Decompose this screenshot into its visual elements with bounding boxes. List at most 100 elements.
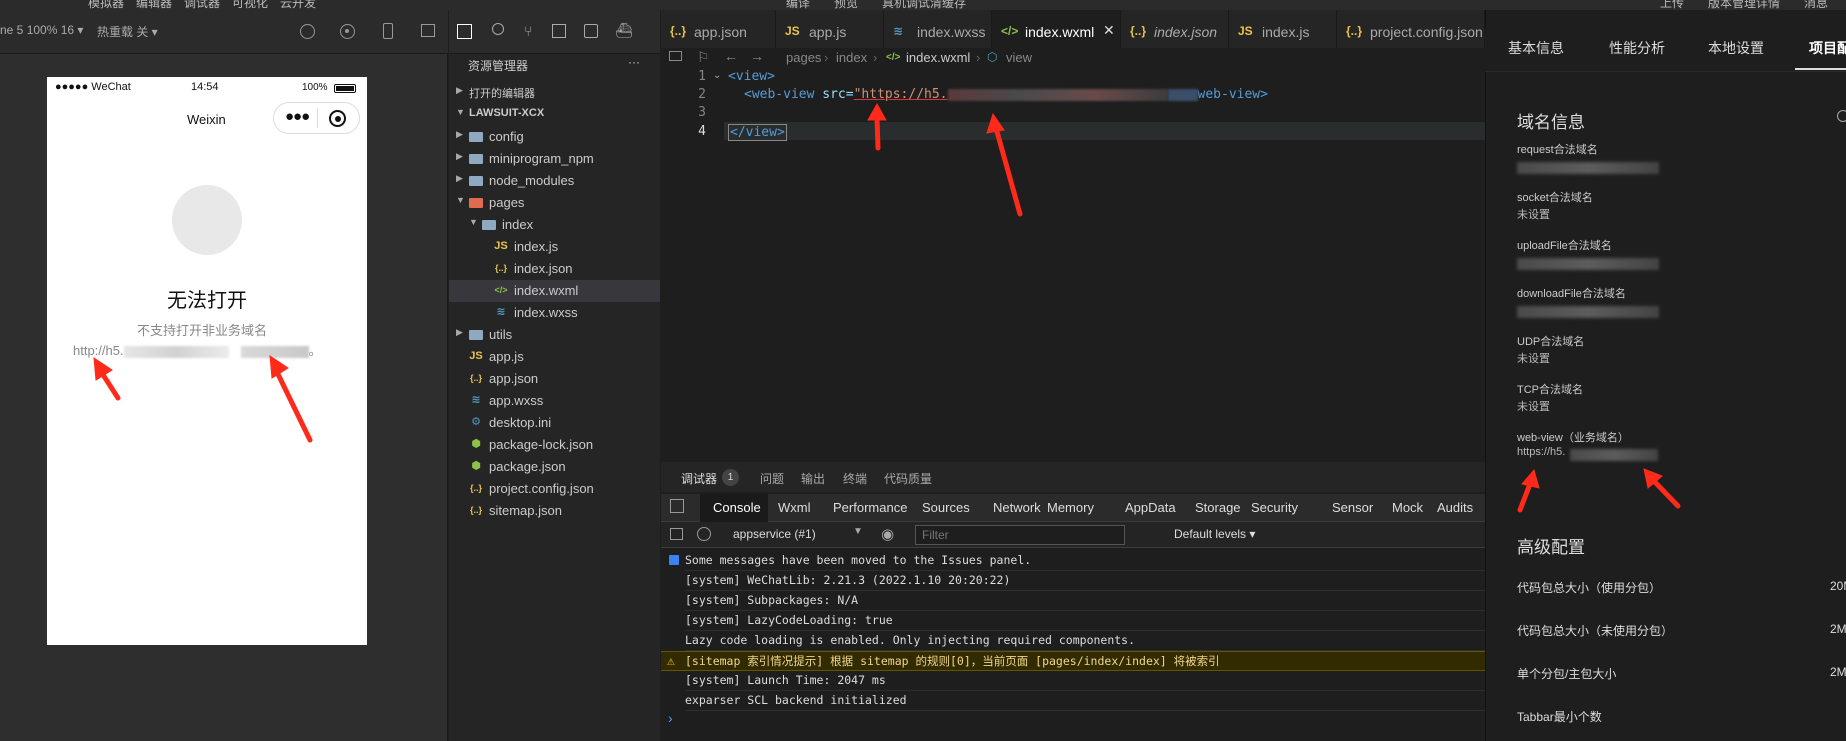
git-icon[interactable]: ⑂ — [524, 23, 532, 39]
devtools-tab-sensor[interactable]: Sensor — [1332, 500, 1373, 515]
devtools-tab-sources[interactable]: Sources — [922, 500, 970, 515]
stop-icon[interactable] — [340, 24, 355, 39]
menu-item[interactable]: 清缓存 — [930, 0, 966, 10]
tree-item-config[interactable]: ▶ config — [449, 126, 660, 148]
close-capsule-icon[interactable] — [329, 110, 346, 127]
breadcrumb-item[interactable]: index.wxml — [906, 50, 970, 65]
pkg-file-icon: ⬢ — [471, 460, 481, 472]
tree-item-node-modules[interactable]: ▶ node_modules — [449, 170, 660, 192]
breadcrumb-item[interactable]: view — [1006, 50, 1032, 65]
tree-item-miniprogram-npm[interactable]: ▶ miniprogram_npm — [449, 148, 660, 170]
search-icon[interactable] — [492, 23, 504, 35]
domain-section-title: 域名信息 — [1517, 113, 1585, 132]
breadcrumb-item[interactable]: pages — [786, 50, 821, 65]
tab-basic-info[interactable]: 基本信息 — [1508, 38, 1564, 58]
tree-item-desktop-ini[interactable]: ⚙ desktop.ini — [449, 412, 660, 434]
device-select[interactable]: ne 5 100% 16 ▾ — [0, 23, 83, 37]
menu-item[interactable]: 云开发 — [280, 0, 316, 10]
devtools-tab-audits[interactable]: Audits — [1437, 500, 1473, 515]
tab-problems[interactable]: 问题 — [760, 470, 784, 487]
tree-item-pages[interactable]: ▼ pages — [449, 192, 660, 214]
tab-local-settings[interactable]: 本地设置 — [1708, 38, 1764, 58]
error-title: 无法打开 — [167, 290, 247, 312]
devtools-tab-storage[interactable]: Storage — [1195, 500, 1241, 515]
devtools-tab-appdata[interactable]: AppData — [1125, 500, 1176, 515]
devtools-tab-performance[interactable]: Performance — [833, 500, 907, 515]
tree-item-package-json[interactable]: ⬢ package.json — [449, 456, 660, 478]
menu-item[interactable]: 版本管理 — [1708, 0, 1756, 10]
file-type-icon: ≋ — [893, 24, 904, 38]
menu-item[interactable]: 上传 — [1660, 0, 1684, 10]
context-select[interactable]: appservice (#1) — [733, 527, 816, 541]
bookmark-icon[interactable]: ⚐ — [697, 49, 710, 66]
menu-item[interactable]: 预览 — [834, 0, 858, 10]
fold-icon[interactable]: ⌄ — [713, 70, 721, 81]
tree-item-index-js[interactable]: JS index.js — [449, 236, 660, 258]
tree-item-app-js[interactable]: JS app.js — [449, 346, 660, 368]
more-dots-icon[interactable]: ●●● — [285, 108, 310, 125]
console-prompt[interactable]: › — [668, 710, 673, 726]
menu-item[interactable]: 可视化 — [232, 0, 268, 10]
folder-icon — [469, 154, 483, 164]
tab-debugger[interactable]: 调试器 — [681, 470, 717, 487]
extensions-icon[interactable] — [552, 24, 566, 38]
filter-input[interactable] — [915, 525, 1125, 545]
tree-item-index-wxss[interactable]: ≋ index.wxss — [449, 302, 660, 324]
dropdown-arrow-icon[interactable]: ▼ — [853, 526, 863, 537]
simulator-toolbar: ne 5 100% 16 ▾ 热重载 关 ▾ — [0, 10, 448, 54]
detach-icon[interactable] — [421, 24, 435, 37]
storage-icon[interactable] — [584, 24, 598, 38]
sidebar-toggle-icon[interactable] — [670, 528, 683, 540]
advanced-config-value: 2M — [1830, 622, 1846, 636]
devtools-tab-memory[interactable]: Memory — [1047, 500, 1094, 515]
tree-item-app-wxss[interactable]: ≋ app.wxss — [449, 390, 660, 412]
list-icon[interactable] — [669, 51, 682, 61]
back-icon[interactable]: ← — [724, 48, 738, 64]
tree-item-index-json[interactable]: {..} index.json — [449, 258, 660, 280]
open-editors-section[interactable]: ▶ 打开的编辑器 — [449, 82, 660, 104]
menu-item[interactable]: 真机调试 — [882, 0, 930, 10]
message-icon — [669, 555, 679, 565]
forward-icon[interactable]: → — [750, 48, 764, 64]
refresh-domains-icon[interactable] — [1837, 110, 1846, 122]
tab-output[interactable]: 输出 — [801, 470, 825, 487]
menu-item[interactable]: 编译 — [786, 0, 810, 10]
tab-performance[interactable]: 性能分析 — [1609, 38, 1665, 58]
tree-item-index[interactable]: ▼ index — [449, 214, 660, 236]
docker-icon[interactable]: ⛴ — [615, 22, 633, 39]
tree-item-package-lock-json[interactable]: ⬢ package-lock.json — [449, 434, 660, 456]
tree-item-app-json[interactable]: {..} app.json — [449, 368, 660, 390]
menu-item[interactable]: 编辑器 — [136, 0, 172, 10]
close-tab-icon[interactable]: ✕ — [1103, 22, 1115, 39]
clear-console-icon[interactable] — [697, 527, 711, 541]
tree-item-utils[interactable]: ▶ utils — [449, 324, 660, 346]
project-root[interactable]: ▼ LAWSUIT-XCX — [449, 104, 660, 126]
menu-item[interactable]: 详情 — [1756, 0, 1780, 10]
files-icon[interactable] — [457, 24, 472, 39]
hotreload-toggle[interactable]: 热重载 关 ▾ — [97, 23, 158, 40]
tab-terminal[interactable]: 终端 — [843, 470, 867, 487]
breadcrumb-item[interactable]: index — [836, 50, 867, 65]
tab-code-quality[interactable]: 代码质量 — [884, 470, 932, 487]
inspect-icon[interactable] — [670, 499, 684, 513]
devtools-tab-console[interactable]: Console — [713, 500, 761, 515]
levels-select[interactable]: Default levels ▾ — [1174, 527, 1255, 541]
tree-item-index-wxml[interactable]: </> index.wxml — [449, 280, 660, 302]
battery-icon — [334, 84, 356, 93]
menu-item[interactable]: 调试器 — [184, 0, 220, 10]
devtools-tab-security[interactable]: Security — [1251, 500, 1298, 515]
devtools-tab-network[interactable]: Network — [993, 500, 1041, 515]
tree-item-sitemap-json[interactable]: {..} sitemap.json — [449, 500, 660, 522]
devtools-tab-mock[interactable]: Mock — [1392, 500, 1423, 515]
explorer-more-icon[interactable]: ··· — [628, 55, 640, 69]
menu-item[interactable]: 模拟器 — [88, 0, 124, 10]
phone-icon[interactable] — [383, 23, 393, 39]
eye-icon[interactable]: ◉ — [881, 525, 894, 543]
nav-title: Weixin — [187, 112, 226, 127]
refresh-icon[interactable] — [300, 24, 315, 39]
devtools-tab-wxml[interactable]: Wxml — [778, 500, 811, 515]
menu-item[interactable]: 消息 — [1804, 0, 1828, 10]
tab-project-config[interactable]: 项目配 — [1809, 38, 1846, 58]
tree-item-project-config-json[interactable]: {..} project.config.json — [449, 478, 660, 500]
file-type-icon: {..} — [670, 24, 687, 38]
